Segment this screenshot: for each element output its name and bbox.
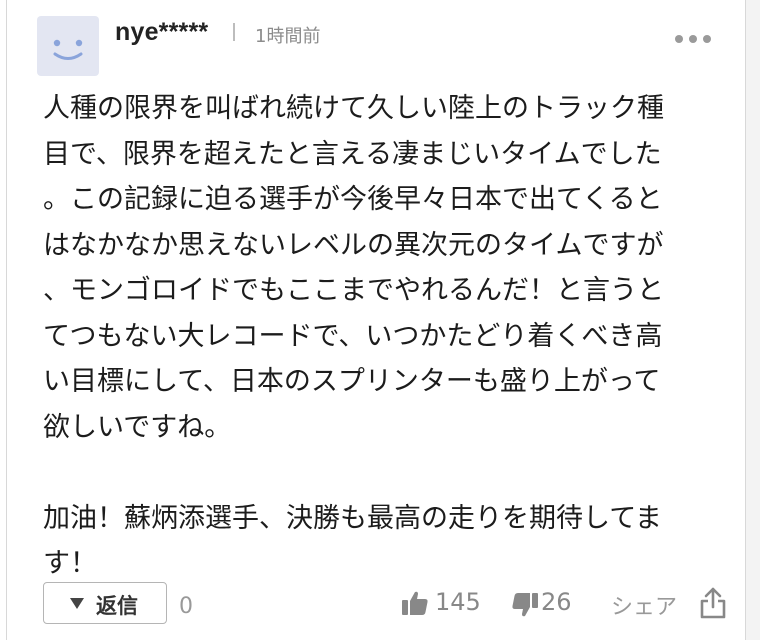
thumbs-down-icon [512,593,538,617]
comment-line: 人種の限界を叫ばれ続けて久しい陸上のトラック種 [43,93,664,124]
reply-count: 0 [179,594,193,619]
like-count: 145 [435,588,481,616]
comment-line: い目標にして、日本のスプリンターも盛り上がって [43,366,661,397]
comment-card: nye***** 1時間前 人種の限界を叫ばれ続けて久しい陸上のトラック種 目で… [6,0,746,640]
share-button[interactable]: シェア [611,586,729,620]
comment-line: はなかなか思えないレベルの異次元のタイムですが [43,229,664,261]
page-edge [746,0,760,640]
user-name[interactable]: nye***** [115,18,208,47]
dislike-count: 26 [541,588,572,616]
comment-line: 目で、限界を超えたと言える凄まじいタイムでした [43,138,662,170]
timestamp: 1時間前 [255,26,321,47]
share-label: シェア [611,595,678,620]
more-horizontal-icon [689,35,697,43]
more-options-button[interactable] [675,28,725,43]
share-icon [700,587,726,619]
comment-footer: 返信 0 145 26 シェア [39,580,729,632]
more-horizontal-icon [675,35,683,43]
more-horizontal-icon [703,35,711,43]
comment-line: 。この記録に迫る選手が今後早々日本で出てくると [43,184,663,215]
comment-header: nye***** 1時間前 [37,12,727,78]
avatar[interactable] [37,16,99,76]
comment-line: 、モンゴロイドでもここまでやれるんだ！と言うと [43,275,664,306]
reply-label: 返信 [96,594,138,618]
comment-body: 人種の限界を叫ばれ続けて久しい陸上のトラック種 目で、限界を超えたと言える凄まじ… [43,86,733,587]
comment-line: てつもない大レコードで、いつかたどり着くべき高 [43,320,663,352]
smiley-face-icon [53,39,83,60]
header-divider [233,23,235,41]
reply-button[interactable]: 返信 [43,582,167,624]
thumbs-up-icon [402,591,428,615]
comment-line: 欲しいですね。 [43,411,232,443]
triangle-down-icon [70,598,84,609]
comment-line: 加油！蘇炳添選手、決勝も最高の走りを期待してま [43,502,662,534]
